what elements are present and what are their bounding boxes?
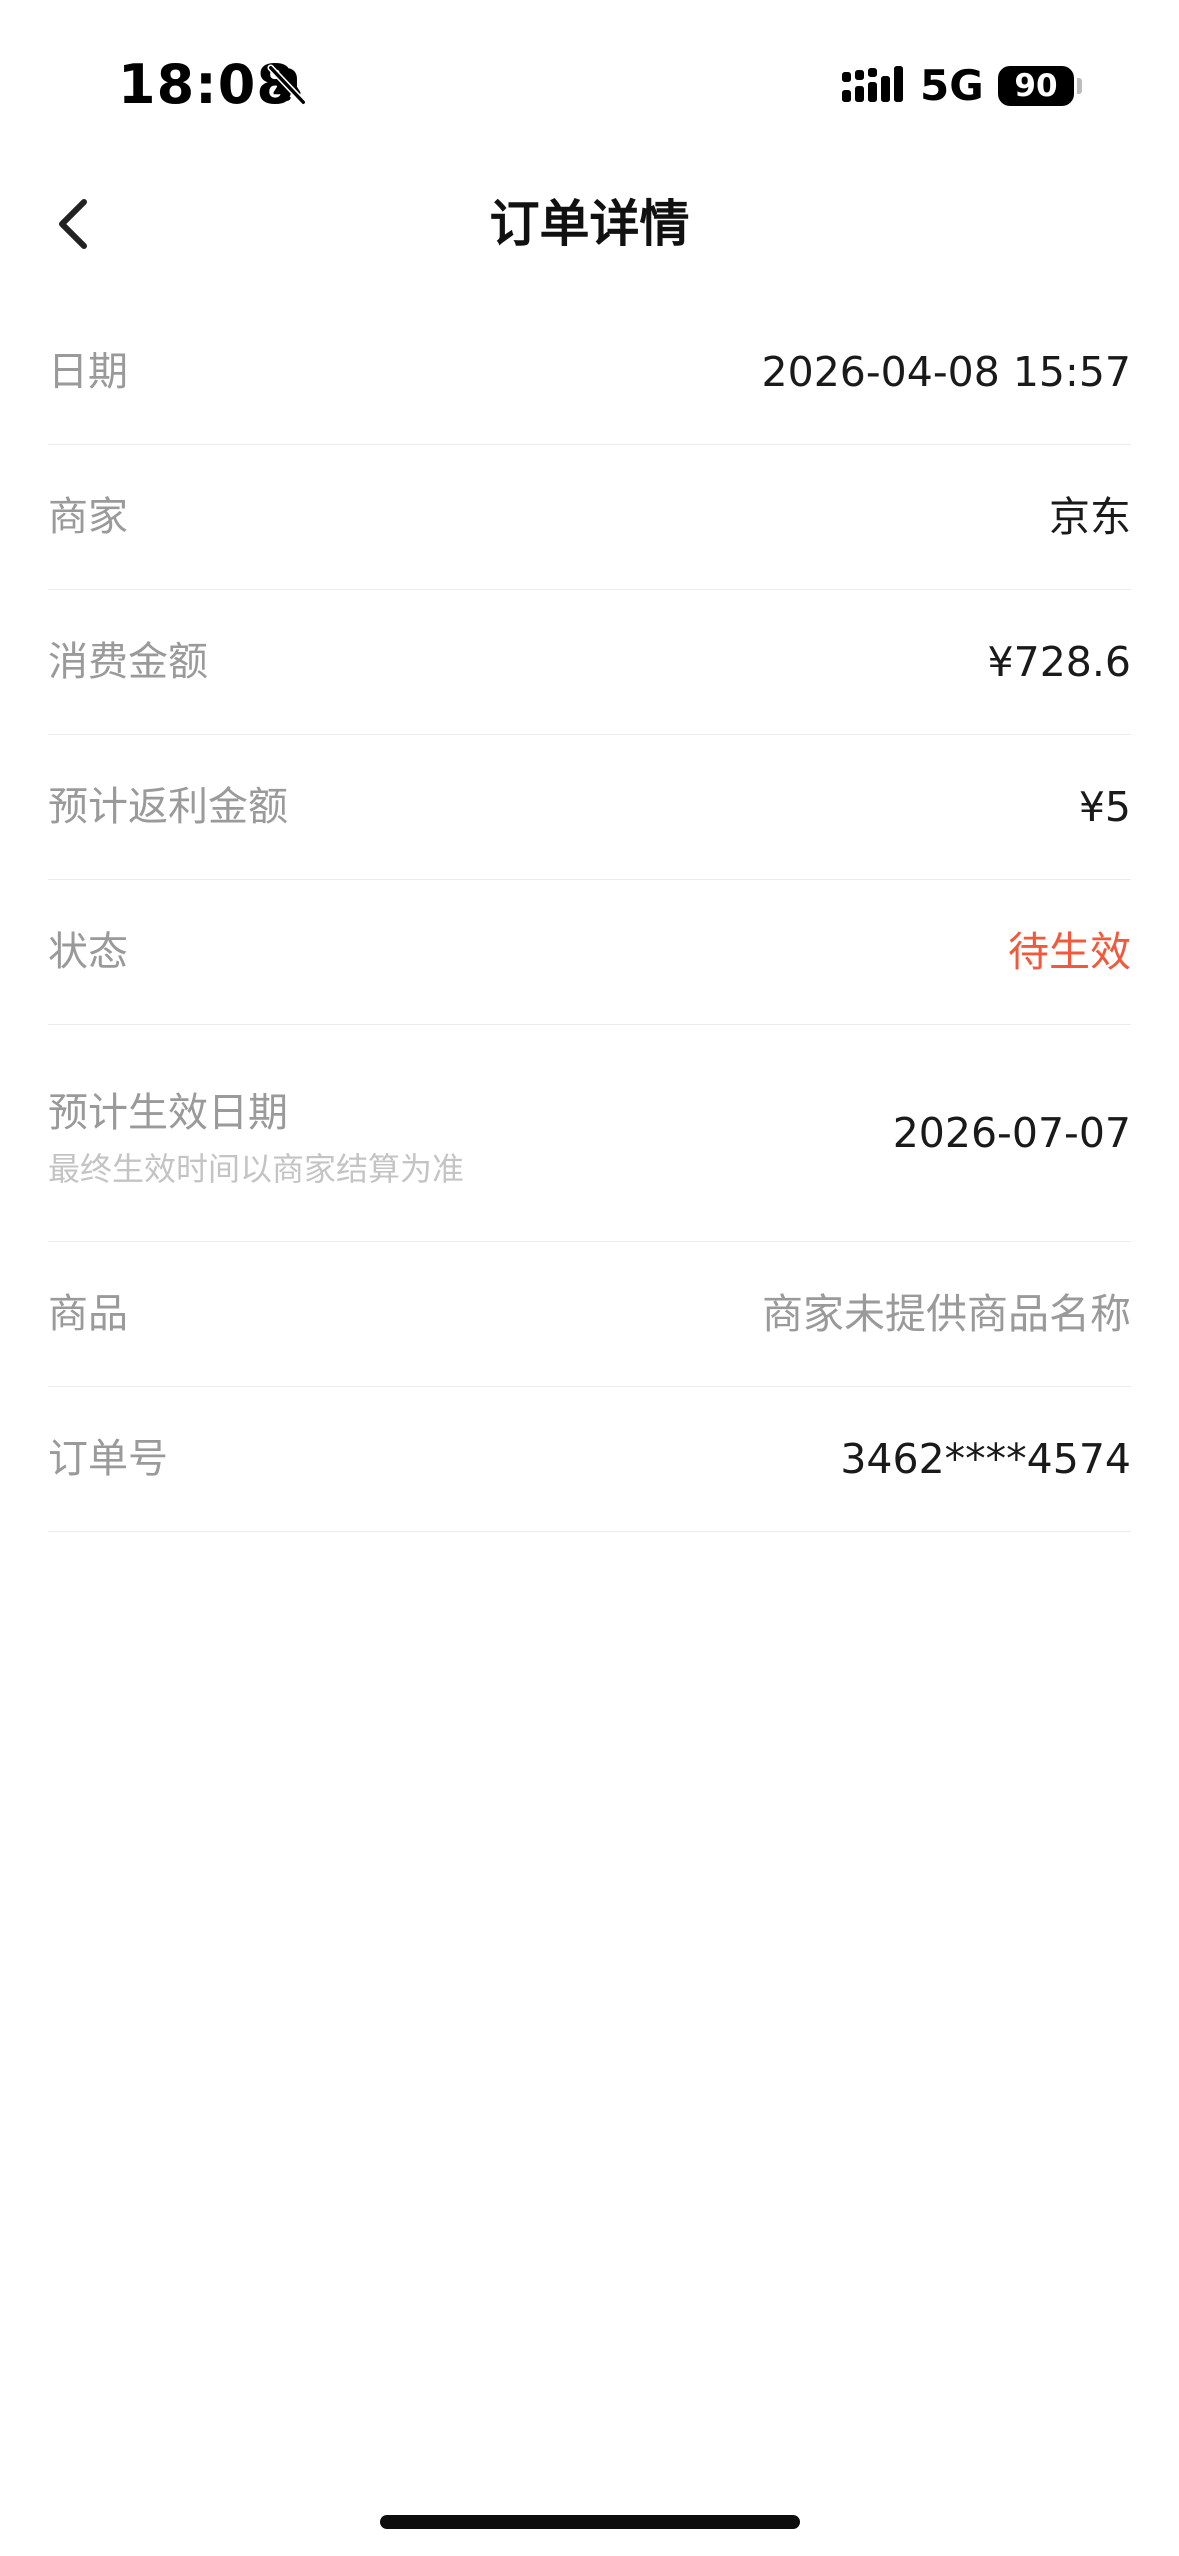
- home-indicator[interactable]: [380, 2515, 800, 2529]
- amount-value: ¥728.6: [987, 638, 1131, 686]
- detail-row-product: 商品 商家未提供商品名称: [48, 1242, 1131, 1387]
- back-button[interactable]: [40, 192, 104, 256]
- amount-label: 消费金额: [48, 639, 208, 685]
- effective-date-value: 2026-07-07: [892, 1109, 1131, 1157]
- detail-row-merchant: 商家 京东: [48, 445, 1131, 590]
- bell-slash-icon: [267, 64, 307, 106]
- product-label: 商品: [48, 1291, 128, 1337]
- battery-icon: 90: [998, 66, 1074, 106]
- merchant-value: 京东: [1049, 493, 1131, 541]
- effective-date-label: 预计生效日期: [48, 1090, 288, 1136]
- page-title: 订单详情: [489, 195, 690, 253]
- date-label: 日期: [48, 349, 128, 395]
- order-detail-list: 日期 2026-04-08 15:57 商家 京东 消费金额 ¥728.6 预计…: [48, 300, 1131, 1532]
- rebate-value: ¥5: [1078, 783, 1131, 831]
- merchant-label: 商家: [48, 494, 128, 540]
- detail-row-rebate: 预计返利金额 ¥5: [48, 735, 1131, 880]
- date-value: 2026-04-08 15:57: [761, 348, 1131, 396]
- chevron-left-icon: [59, 199, 87, 249]
- status-badge: 待生效: [1008, 928, 1131, 976]
- rebate-label: 预计返利金额: [48, 784, 288, 830]
- effective-date-label-group: 预计生效日期 最终生效时间以商家结算为准: [48, 1085, 464, 1193]
- detail-row-order-no: 订单号 3462****4574: [48, 1387, 1131, 1532]
- effective-date-note: 最终生效时间以商家结算为准: [48, 1150, 465, 1188]
- product-value: 商家未提供商品名称: [762, 1290, 1131, 1338]
- order-no-value[interactable]: 3462****4574: [840, 1387, 1131, 1531]
- detail-row-date: 日期 2026-04-08 15:57: [48, 300, 1131, 445]
- detail-row-amount: 消费金额 ¥728.6: [48, 590, 1131, 735]
- signal-icon: [842, 66, 903, 102]
- detail-row-status: 状态 待生效: [48, 880, 1131, 1025]
- detail-row-effective-date: 预计生效日期 最终生效时间以商家结算为准 2026-07-07: [48, 1025, 1131, 1242]
- nav-bar: 订单详情: [0, 170, 1179, 280]
- status-label: 状态: [48, 929, 128, 975]
- battery-tip: [1077, 78, 1082, 94]
- status-bar: 18:08 5G 90: [0, 0, 1179, 150]
- order-no-label: 订单号: [48, 1436, 168, 1482]
- network-label: 5G: [920, 61, 984, 110]
